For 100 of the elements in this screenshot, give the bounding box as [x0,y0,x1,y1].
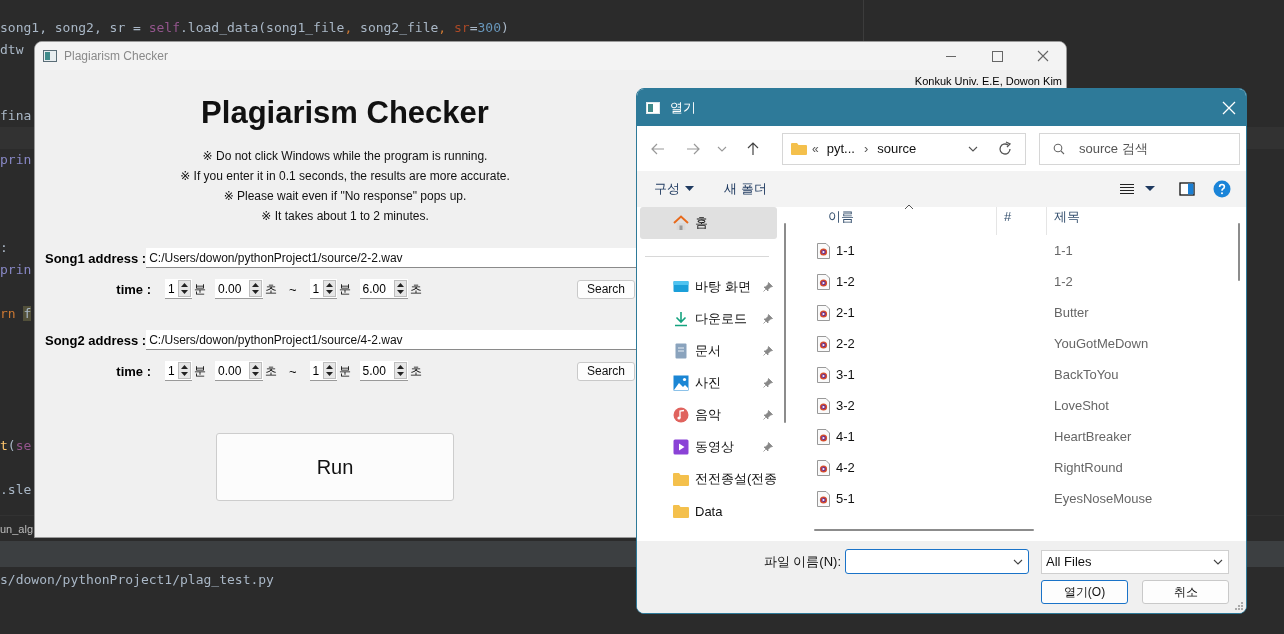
caret-icon [685,186,694,192]
file-name[interactable]: 4-1 [836,429,855,444]
column-header[interactable]: 이름 [796,207,997,235]
nav-item[interactable]: Data [640,495,777,527]
unit-label: 분 [194,362,206,380]
code-line: t(se [0,437,32,455]
unit-label: 분 [338,362,351,380]
spin-box[interactable]: 5.00 [359,361,408,381]
list-view-icon[interactable] [1119,183,1135,195]
spin-box[interactable]: 6.00 [359,279,408,299]
window-title: 열기 [670,98,696,117]
file-name[interactable]: 3-2 [836,398,855,413]
spin-box[interactable]: 1 [309,279,337,299]
code-line: prin [0,151,32,169]
note-text: ※ Do not click Windows while the program is running. [202,148,488,165]
scrollbar[interactable] [814,529,1034,531]
document-icon [673,343,689,359]
spin-arrows-icon[interactable] [393,280,407,297]
nav-item[interactable]: 사진 [640,367,777,399]
note-text: ※ If you enter it in 0.1 seconds, the results are more accurate. [180,168,510,185]
file-title: HeartBreaker [1053,429,1133,444]
file-name[interactable]: 2-2 [836,336,855,351]
code-line: rn f [0,305,32,323]
app-icon [43,50,57,62]
app-icon [646,101,660,114]
code-line: dtw [0,41,24,59]
spin-arrows-icon[interactable] [322,362,336,379]
spin-box[interactable]: 1 [309,361,337,381]
file-title: LoveShot [1053,398,1110,413]
music-icon [673,407,689,423]
run-tab[interactable]: un_alg [0,522,34,535]
nav-item[interactable]: 음악 [640,399,777,431]
audio-file-icon [817,366,830,383]
audio-file-icon [817,273,830,290]
scrollbar[interactable] [784,223,786,423]
spin-arrows-icon[interactable] [322,280,336,297]
file-name[interactable]: 4-2 [836,460,855,475]
audio-file-icon [817,459,830,476]
spin-arrows-icon[interactable] [393,362,407,379]
search-button[interactable]: Search [577,361,635,381]
preview-pane-icon[interactable] [1179,182,1195,196]
spin-box[interactable]: 0.00 [215,361,263,381]
sort-caret-icon [904,204,914,210]
time-label: time : [115,363,152,379]
file-name[interactable]: 2-1 [836,305,855,320]
file-title: Butter [1053,305,1090,320]
file-name[interactable]: 5-1 [836,491,855,506]
resize-grip-icon[interactable] [1235,602,1243,610]
spin-arrows-icon[interactable] [249,280,262,297]
open-button[interactable]: 열기(O) [1041,580,1128,604]
run-button[interactable]: Run [216,433,454,501]
audio-file-icon [817,490,830,507]
range-separator: ~ [289,281,297,297]
scrollbar[interactable] [1238,223,1240,281]
note-text: ※ It takes about 1 to 2 minutes. [261,208,429,225]
organize-menu[interactable]: 구성 [648,177,700,201]
file-name[interactable]: 1-1 [836,243,855,258]
address-bar[interactable]: « pyt... › source [782,132,1026,165]
file-title: 1-2 [1053,274,1074,289]
unit-label: 초 [409,362,422,380]
time-label: time : [115,281,152,297]
spin-box[interactable]: 0.00 [215,279,263,299]
up-arrow-icon[interactable] [745,140,761,157]
range-separator: ~ [289,363,297,379]
address-label: Song2 address : [44,332,147,348]
search-button[interactable]: Search [577,279,635,299]
file-name[interactable]: 1-2 [836,274,855,289]
column-header[interactable]: # [997,207,1047,235]
cancel-button[interactable]: 취소 [1142,580,1229,604]
spin-arrows-icon[interactable] [249,362,262,379]
nav-item[interactable]: 전전종설(전종 [640,463,777,495]
audio-file-icon [817,428,830,445]
file-name-label: 파일 이름(N): [763,552,841,571]
unit-label: 초 [265,280,277,298]
spin-arrows-icon[interactable] [178,280,191,297]
close-icon[interactable] [1222,100,1236,115]
unit-label: 초 [265,362,277,380]
help-icon[interactable] [1213,180,1231,198]
file-title: 1-1 [1053,243,1074,258]
nav-item[interactable]: 홈 [640,207,777,239]
file-title: YouGotMeDown [1053,336,1150,351]
home-icon [673,215,689,231]
spin-box[interactable]: 1 [165,361,192,381]
unit-label: 분 [194,280,206,298]
column-header[interactable]: 제목 [1047,207,1231,235]
caret-icon[interactable] [1145,186,1155,192]
console-text: s/dowon/pythonProject1/plag_test.py [0,571,274,589]
search-field[interactable]: source 검색 [1039,132,1240,165]
audio-file-icon [817,335,830,352]
file-name[interactable]: 3-1 [836,367,855,382]
download-icon [673,311,689,327]
nav-item[interactable]: 바탕 화면 [640,271,777,303]
file-type-dropdown[interactable]: All Files [1041,549,1229,574]
spin-box[interactable]: 1 [165,279,192,299]
new-folder-button[interactable]: 새 폴더 [718,177,773,201]
nav-item[interactable]: 동영상 [640,431,777,463]
refresh-icon[interactable] [997,140,1013,157]
file-name-field[interactable] [845,549,1029,574]
spin-arrows-icon[interactable] [178,362,191,379]
folder-icon [673,503,689,519]
